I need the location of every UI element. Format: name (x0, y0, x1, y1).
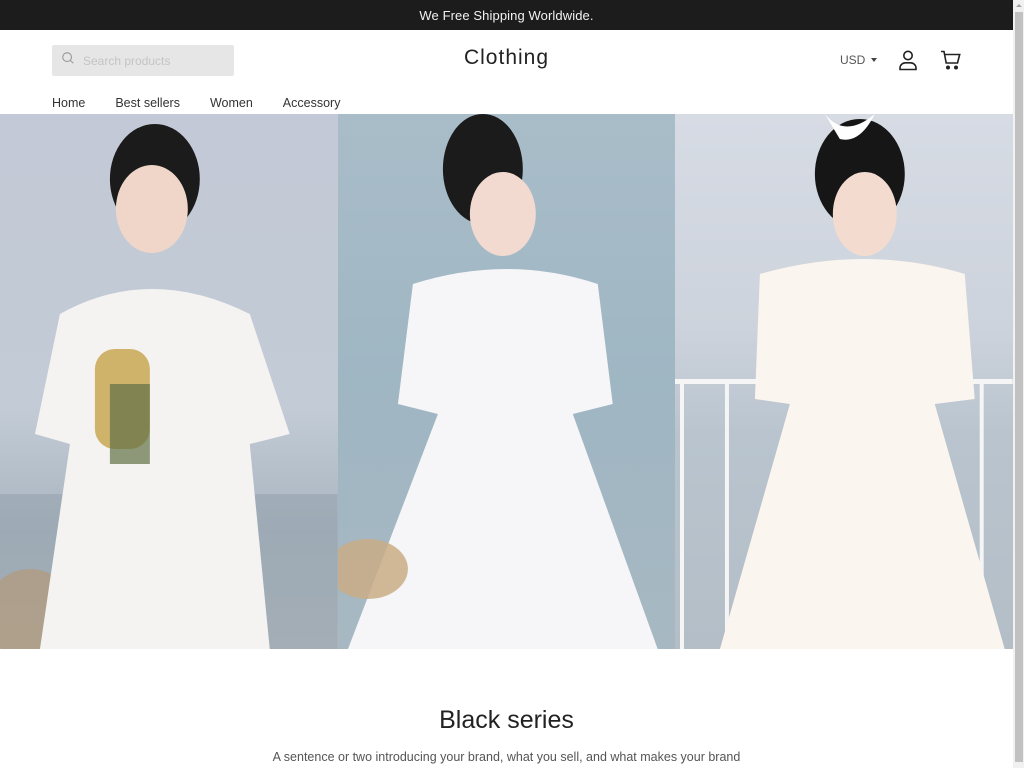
user-icon (899, 50, 917, 71)
hero-image-2 (337, 114, 676, 649)
nav-item-accessory[interactable]: Accessory (283, 96, 341, 110)
hero-image-1 (0, 114, 338, 649)
search-input[interactable] (83, 53, 223, 68)
caret-down-icon (871, 58, 878, 62)
vertical-scrollbar[interactable] (1013, 0, 1024, 768)
currency-selector[interactable]: USD (840, 53, 878, 67)
nav-item-home[interactable]: Home (52, 96, 85, 110)
search-box[interactable] (52, 45, 234, 76)
account-button[interactable] (896, 48, 920, 72)
cart-icon (941, 50, 961, 70)
scrollbar-thumb[interactable] (1015, 12, 1023, 762)
hero-image-3 (675, 114, 1013, 649)
nav-item-women[interactable]: Women (210, 96, 253, 110)
brand-intro-section: Black series A sentence or two introduci… (0, 649, 1013, 768)
section-title: Black series (439, 706, 574, 734)
currency-label: USD (840, 53, 866, 67)
site-header: Clothing USD Home Best sellers Women Acc… (0, 30, 1013, 114)
section-description: A sentence or two introducing your brand… (272, 750, 741, 764)
arrow-up-icon (1015, 4, 1022, 7)
scroll-up-button[interactable] (1013, 0, 1024, 11)
site-logo[interactable]: Clothing (464, 46, 549, 69)
search-icon (61, 51, 75, 70)
hero-banner[interactable] (0, 114, 1013, 649)
cart-button[interactable] (939, 48, 963, 72)
announcement-bar: We Free Shipping Worldwide. (0, 0, 1013, 30)
storefront-page: We Free Shipping Worldwide. Clothing USD (0, 0, 1013, 768)
main-nav: Home Best sellers Women Accessory (52, 96, 370, 110)
announcement-text: We Free Shipping Worldwide. (419, 7, 594, 23)
nav-item-best-sellers[interactable]: Best sellers (115, 96, 180, 110)
